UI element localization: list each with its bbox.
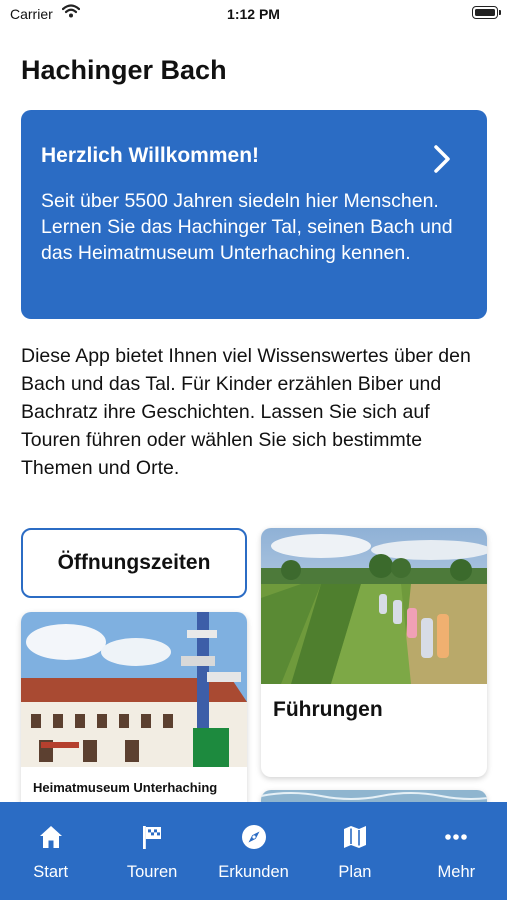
chevron-right-icon <box>433 144 451 179</box>
tab-erkunden[interactable]: Erkunden <box>203 802 304 900</box>
tab-start-label: Start <box>33 863 69 881</box>
tours-tile[interactable]: Führungen <box>261 528 487 777</box>
tab-touren[interactable]: Touren <box>101 802 202 900</box>
museum-photo <box>21 612 247 767</box>
tours-tile-label: Führungen <box>273 698 383 721</box>
museum-tile-label: Heimatmuseum Unterhaching <box>33 780 218 795</box>
more-icon <box>445 834 468 840</box>
tours-photo <box>261 528 487 684</box>
battery-icon <box>472 6 501 19</box>
tab-mehr[interactable]: Mehr <box>406 802 507 900</box>
tab-erkunden-label: Erkunden <box>218 863 289 881</box>
tab-plan-label: Plan <box>338 863 372 881</box>
clock: 1:12 PM <box>227 6 280 22</box>
welcome-card-title: Herzlich Willkommen! <box>41 144 260 167</box>
tab-touren-label: Touren <box>126 863 178 881</box>
tab-start[interactable]: Start <box>0 802 101 900</box>
flag-icon <box>143 826 162 849</box>
tab-mehr-label: Mehr <box>437 863 476 881</box>
status-bar: Carrier 1:12 PM <box>0 0 507 30</box>
welcome-card[interactable]: Herzlich Willkommen! Seit über 5500 Jahr… <box>21 110 487 319</box>
page-title: Hachinger Bach <box>21 55 227 85</box>
tab-bar: Start Touren Erkunden Plan Mehr <box>0 802 507 900</box>
compass-icon <box>241 825 266 849</box>
tab-plan[interactable]: Plan <box>304 802 405 900</box>
intro-text: Diese App bietet Ihnen viel Wissenswerte… <box>21 345 471 479</box>
welcome-card-text: Seit über 5500 Jahren siedeln hier Mensc… <box>41 190 453 264</box>
map-icon <box>343 826 366 848</box>
home-icon <box>39 826 62 848</box>
opening-hours-tile[interactable]: Öffnungszeiten <box>21 528 247 598</box>
museum-tile[interactable]: Heimatmuseum Unterhaching <box>21 612 247 812</box>
opening-hours-label: Öffnungszeiten <box>57 551 211 574</box>
